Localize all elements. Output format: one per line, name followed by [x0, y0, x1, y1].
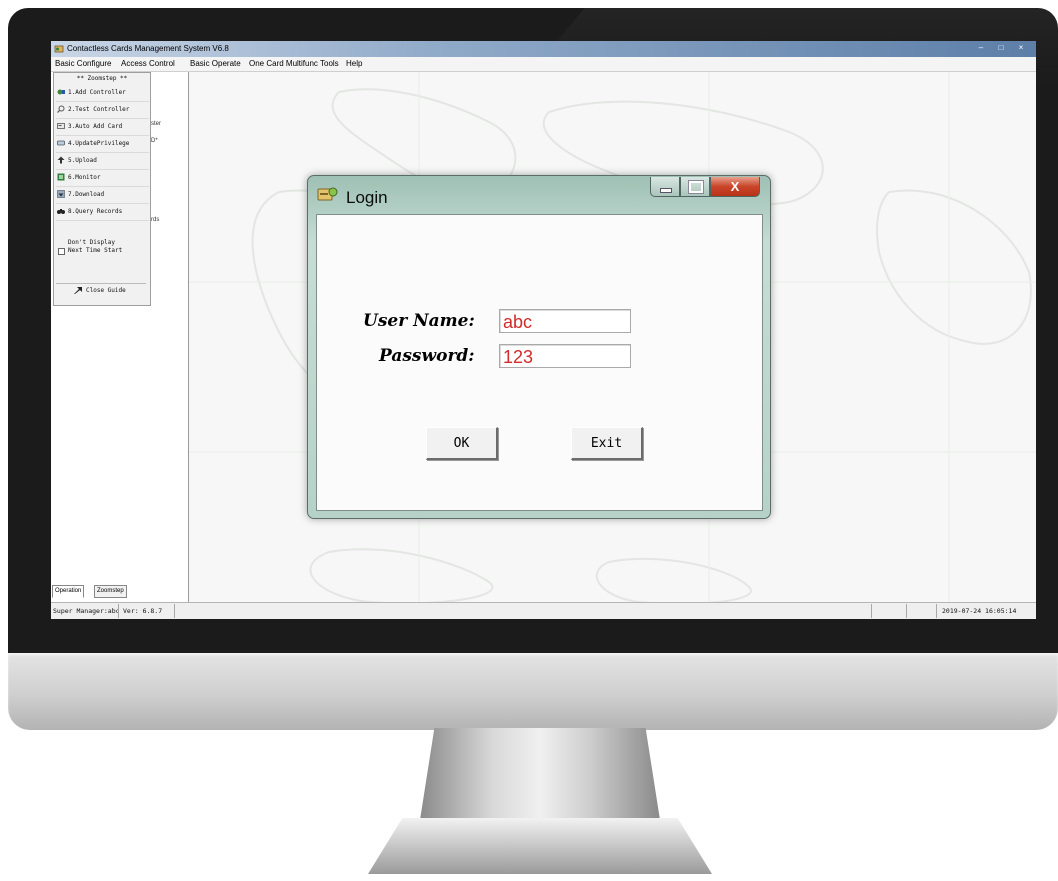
status-separator [906, 604, 907, 618]
guide-item-label: 2.Test Controller [68, 106, 130, 113]
controller-icon [57, 89, 65, 95]
dialog-title: Login [346, 188, 388, 207]
card-icon [57, 123, 65, 129]
dont-display-checkbox[interactable] [58, 248, 65, 255]
statusbar: Super Manager:abc Ver: 6.8.7 2019-07-24 … [51, 602, 1036, 619]
monitor-icon [57, 173, 65, 181]
guide-item-monitor[interactable]: 6.Monitor [56, 170, 149, 187]
maximize-icon[interactable]: □ [994, 43, 1008, 52]
arrow-icon [74, 287, 82, 294]
guide-item-test-controller[interactable]: 2.Test Controller [56, 102, 149, 119]
maximize-icon [689, 181, 703, 193]
close-guide-button[interactable]: Close Guide [56, 283, 146, 298]
guide-item-label: 1.Add Controller [68, 89, 126, 96]
test-icon [57, 105, 65, 113]
binoculars-icon [57, 209, 65, 214]
guide-item-download[interactable]: 7.Download [56, 187, 149, 204]
guide-item-label: 7.Download [68, 191, 105, 198]
dialog-minimize-button[interactable] [650, 177, 680, 197]
menubar: Basic Configure Access Control Basic Ope… [51, 57, 1036, 72]
exit-button[interactable]: Exit [571, 427, 643, 460]
menu-help[interactable]: Help [346, 59, 362, 68]
menu-tools[interactable]: Tools [320, 59, 339, 68]
checkbox-label-line2: Next Time Start [68, 247, 123, 254]
guide-header: ** Zoomstep ** [76, 75, 128, 82]
status-separator [174, 604, 175, 618]
menu-access-control[interactable]: Access Control [121, 59, 175, 68]
status-separator [118, 604, 119, 618]
app-title: Contactless Cards Management System V6.8 [67, 44, 229, 53]
guide-item-auto-add-card[interactable]: 3.Auto Add Card [56, 119, 149, 136]
monitor-stand-neck [420, 728, 660, 820]
tab-operation[interactable]: Operation [52, 585, 85, 598]
status-separator [936, 604, 937, 618]
password-field[interactable]: 123 [499, 344, 631, 368]
guide-item-upload[interactable]: 5.Upload [56, 153, 149, 170]
username-label: User Name: [363, 311, 475, 331]
guide-item-label: 5.Upload [68, 157, 97, 164]
menu-basic-configure[interactable]: Basic Configure [55, 59, 111, 68]
screen: Contactless Cards Management System V6.8… [51, 41, 1036, 619]
nav-hint-text: D* [151, 138, 158, 144]
menu-one-card-multifunc[interactable]: One Card Multifunc [249, 59, 318, 68]
status-user: Super Manager:abc [53, 607, 120, 615]
dont-display-option[interactable]: Don't Display Next Time Start [56, 236, 146, 266]
ok-button[interactable]: OK [426, 427, 498, 460]
close-guide-label: Close Guide [86, 287, 126, 294]
guide-item-label: 6.Monitor [68, 174, 101, 181]
dialog-close-button[interactable]: X [710, 177, 760, 197]
close-icon[interactable]: × [1014, 43, 1028, 52]
menu-basic-operate[interactable]: Basic Operate [190, 59, 241, 68]
monitor-stand-base [368, 818, 712, 874]
upload-icon [57, 156, 65, 164]
privilege-icon [57, 140, 65, 146]
close-icon: X [730, 179, 740, 194]
guide-item-label: 8.Query Records [68, 208, 123, 215]
minimize-icon [660, 188, 672, 193]
guide-item-update-privilege[interactable]: 4.UpdatePrivilege [56, 136, 149, 153]
nav-hint-text: rds [151, 217, 160, 223]
monitor-chin [8, 653, 1058, 730]
tab-zoomstep[interactable]: Zoomstep [94, 585, 127, 598]
app-titlebar: Contactless Cards Management System V6.8… [51, 41, 1036, 57]
minimize-icon[interactable]: – [974, 43, 988, 52]
status-datetime: 2019-07-24 16:05:14 [942, 607, 1017, 615]
nav-hint-text: ster [151, 121, 162, 127]
navigation-panel: ster D* rds ** Zoomstep ** 1.Add Control… [51, 72, 189, 602]
guide-item-label: 3.Auto Add Card [68, 123, 123, 130]
login-dialog: Login X User Name: abc Password: 123 OK … [307, 175, 771, 519]
guide-item-add-controller[interactable]: 1.Add Controller [56, 85, 149, 102]
download-icon [57, 190, 65, 198]
dialog-client-area: User Name: abc Password: 123 OK Exit [316, 214, 763, 511]
password-label: Password: [379, 346, 475, 366]
guide-item-query-records[interactable]: 8.Query Records [56, 204, 149, 221]
dialog-window-controls: X [650, 177, 760, 199]
app-window-controls: – □ × [974, 43, 1028, 52]
app-icon [54, 45, 64, 53]
dialog-maximize-button[interactable] [680, 177, 710, 197]
zoomstep-guide: ** Zoomstep ** 1.Add Controller 2.Test C… [53, 72, 151, 306]
status-version: Ver: 6.8.7 [123, 607, 163, 615]
username-field[interactable]: abc [499, 309, 631, 333]
checkbox-label-line1: Don't Display [68, 239, 115, 246]
status-separator [871, 604, 872, 618]
login-icon [317, 187, 338, 201]
guide-item-label: 4.UpdatePrivilege [68, 140, 130, 147]
